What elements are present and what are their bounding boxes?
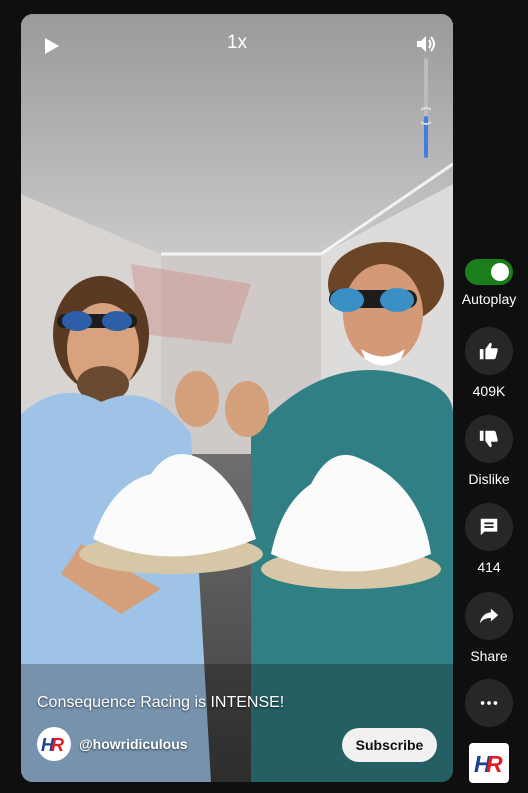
channel-avatar[interactable]: H R xyxy=(37,727,71,761)
play-icon[interactable] xyxy=(39,34,63,58)
comments-button[interactable] xyxy=(465,503,513,551)
like-button[interactable] xyxy=(465,327,513,375)
channel-logo-icon: H R xyxy=(41,735,64,754)
more-button[interactable] xyxy=(465,679,513,727)
svg-text:R: R xyxy=(51,735,64,754)
autoplay-toggle[interactable] xyxy=(465,259,513,285)
video-frame xyxy=(21,14,453,782)
share-button[interactable] xyxy=(465,592,513,640)
more-icon xyxy=(480,701,498,705)
share-icon xyxy=(479,608,499,624)
volume-fill xyxy=(424,116,428,158)
share-control: Share xyxy=(456,592,522,664)
more-control xyxy=(456,679,522,727)
playback-speed-button[interactable]: 1x xyxy=(227,32,247,53)
channel-logo-thumbnail[interactable]: H R xyxy=(469,743,509,783)
dislike-label: Dislike xyxy=(468,471,510,487)
share-label: Share xyxy=(470,648,508,664)
subscribe-button[interactable]: Subscribe xyxy=(342,728,437,762)
volume-slider[interactable] xyxy=(421,58,431,158)
thumb-down-icon xyxy=(479,430,498,448)
channel-logo-icon: H R xyxy=(474,751,503,776)
comments-control: 414 xyxy=(456,503,522,575)
like-control: 409K xyxy=(456,327,522,399)
dislike-control: Dislike xyxy=(456,415,522,487)
dislike-button[interactable] xyxy=(465,415,513,463)
volume-icon[interactable] xyxy=(414,32,438,56)
autoplay-toggle-knob xyxy=(491,263,509,281)
comment-count: 414 xyxy=(477,559,501,575)
autoplay-control: Autoplay xyxy=(456,259,522,307)
channel-name[interactable]: @howridiculous xyxy=(79,736,188,752)
like-count: 409K xyxy=(472,383,506,399)
autoplay-label: Autoplay xyxy=(461,291,517,307)
svg-text:R: R xyxy=(486,751,503,776)
comment-icon xyxy=(480,518,498,536)
thumb-up-icon xyxy=(479,342,498,360)
video-player[interactable]: 1x Consequence Racing is INTENSE! H R @h… xyxy=(21,14,453,782)
video-caption: Consequence Racing is INTENSE! xyxy=(37,694,285,711)
